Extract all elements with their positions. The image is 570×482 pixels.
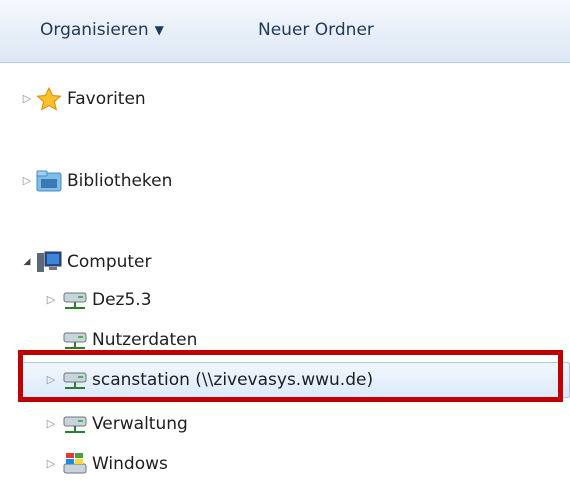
expand-arrow-icon[interactable]: ▷ — [20, 92, 34, 106]
tree-item-label: Bibliotheken — [67, 171, 173, 191]
tree-item-label: Windows — [92, 454, 168, 474]
tree-item-drive[interactable]: ▷ Verwaltung — [0, 406, 570, 442]
command-bar: Organisieren ▼ Neuer Ordner — [0, 0, 570, 63]
network-drive-icon — [62, 288, 88, 312]
libraries-icon — [36, 169, 62, 193]
tree-item-label: Favoriten — [67, 89, 146, 109]
expand-arrow-icon[interactable]: ▷ — [44, 457, 58, 471]
expand-arrow-icon[interactable]: ▷ — [20, 174, 34, 188]
tree-item-computer[interactable]: ◢ Computer — [0, 244, 570, 280]
collapse-arrow-icon[interactable]: ◢ — [20, 255, 34, 269]
network-drive-icon — [62, 328, 88, 352]
dropdown-caret-icon: ▼ — [154, 23, 164, 37]
tree-item-libraries[interactable]: ▷ Bibliotheken — [0, 163, 570, 199]
tree-item-label: Computer — [67, 252, 152, 272]
tree-item-drive[interactable]: ▷ Dez5.3 — [0, 282, 570, 318]
computer-icon — [36, 250, 62, 274]
tree-item-label: Dez5.3 — [92, 290, 152, 310]
highlight-box — [18, 350, 563, 402]
expand-arrow-icon[interactable]: ▷ — [44, 293, 58, 307]
organize-menu-button[interactable]: Organisieren ▼ — [40, 0, 164, 62]
expand-arrow-icon[interactable]: ▷ — [44, 417, 58, 431]
star-icon — [36, 86, 62, 111]
tree-item-drive[interactable]: ▷ Windows — [0, 446, 570, 482]
windows-drive-icon — [62, 452, 88, 476]
navigation-tree: ▷ Favoriten ▷ Bibliotheken ◢ Computer ▷ … — [0, 62, 570, 482]
tree-item-label: Verwaltung — [92, 414, 188, 434]
new-folder-button[interactable]: Neuer Ordner — [258, 0, 374, 62]
organize-label: Organisieren — [40, 20, 149, 40]
tree-item-favorites[interactable]: ▷ Favoriten — [0, 81, 570, 117]
network-drive-icon — [62, 412, 88, 436]
